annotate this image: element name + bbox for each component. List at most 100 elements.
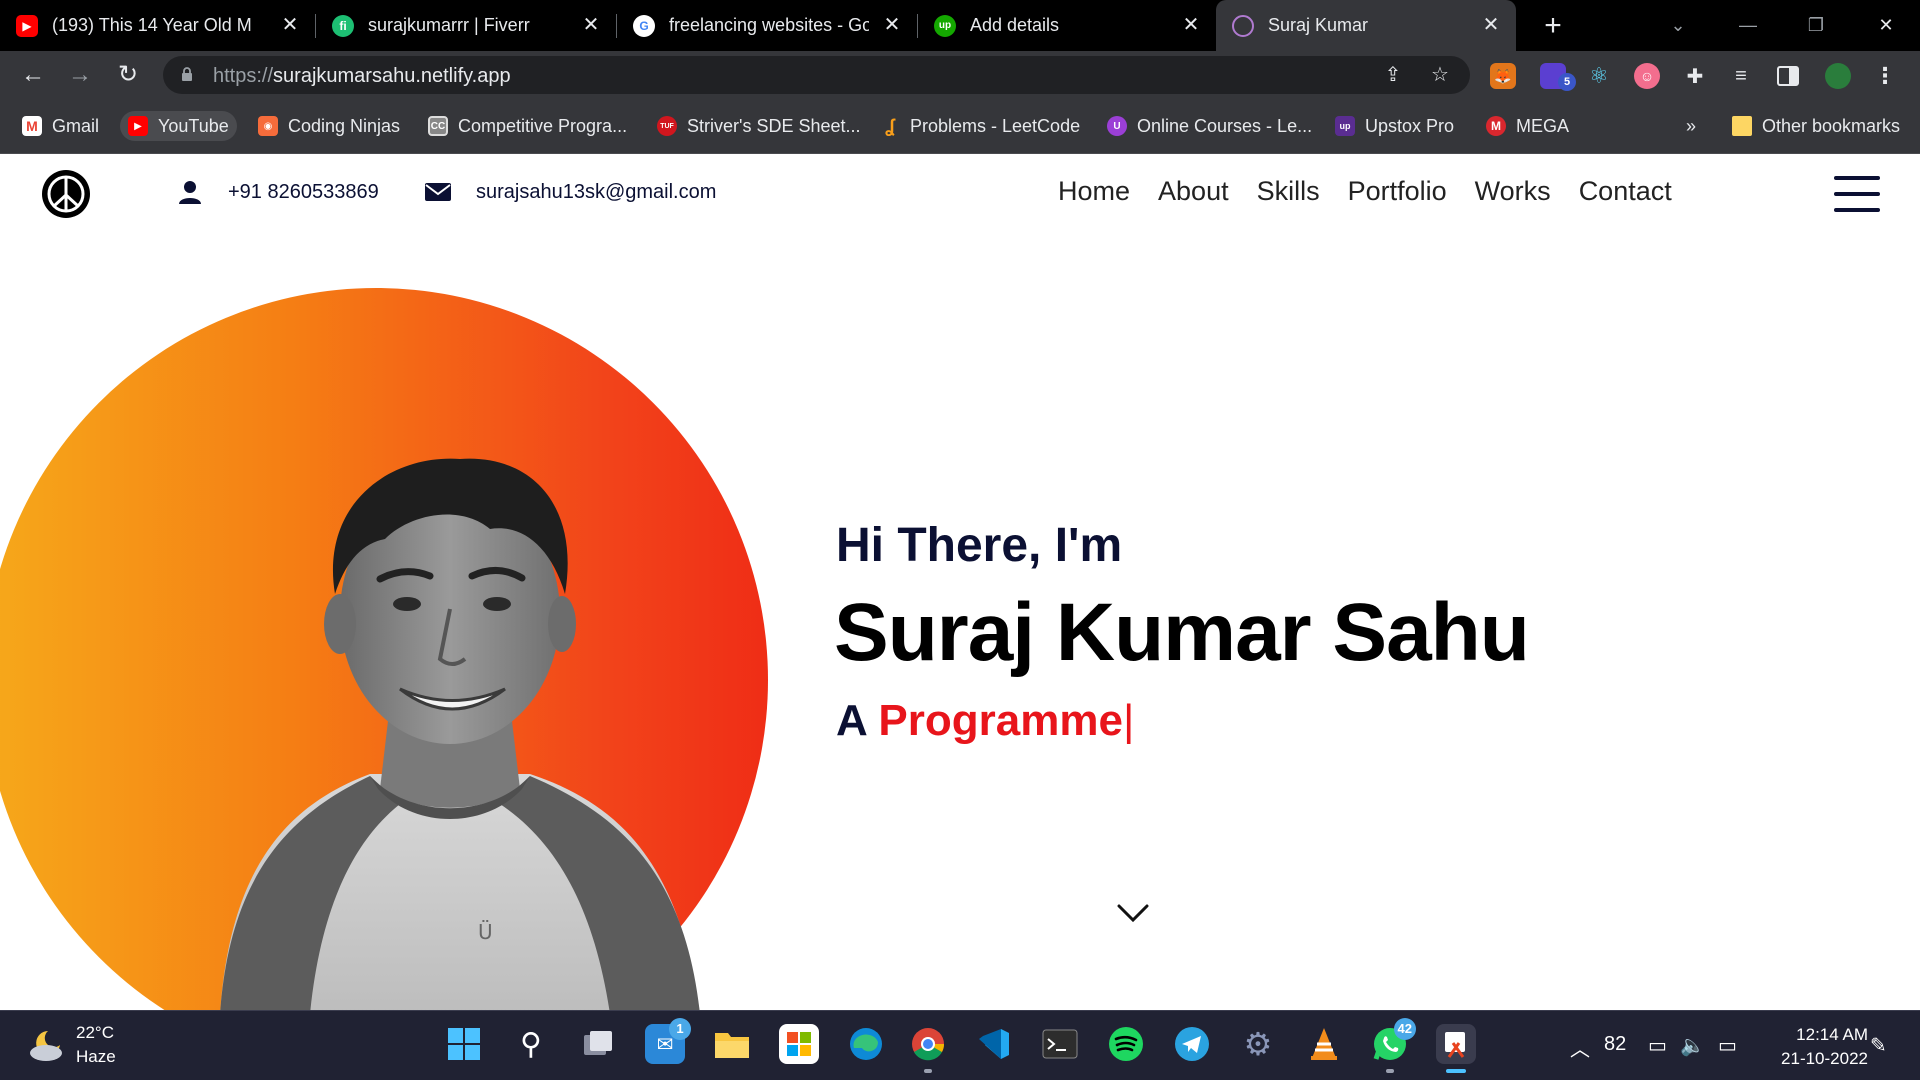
- close-icon[interactable]: ✕: [881, 14, 903, 36]
- tab-title: (193) This 14 Year Old Ma: [52, 15, 252, 35]
- tab-title: Suraj Kumar: [1268, 15, 1369, 35]
- bookmarks-overflow-button[interactable]: »: [1686, 111, 1696, 141]
- close-icon[interactable]: ✕: [1180, 14, 1202, 36]
- file-explorer-icon[interactable]: [712, 1024, 752, 1064]
- network-icon[interactable]: ▭: [1648, 1033, 1667, 1058]
- role-typed-text: Programme: [878, 696, 1123, 745]
- system-clock[interactable]: 12:14 AM 21-10-2022: [1748, 1023, 1868, 1071]
- svg-text:Ü: Ü: [478, 920, 493, 944]
- site-icon: [1232, 14, 1254, 37]
- settings-gear-icon[interactable]: ⚙: [1238, 1024, 1278, 1064]
- windows-start-icon[interactable]: [444, 1024, 484, 1064]
- search-icon[interactable]: ⚲: [511, 1024, 551, 1064]
- tab-search-icon[interactable]: ⌄: [1658, 10, 1698, 40]
- gmail-icon: M: [22, 116, 42, 136]
- tab-title: freelancing websites - Go: [669, 15, 869, 35]
- extensions-puzzle-icon[interactable]: ✚: [1682, 63, 1708, 89]
- hamburger-menu-icon[interactable]: [1834, 176, 1880, 212]
- window-close-icon[interactable]: ✕: [1866, 10, 1906, 40]
- bookmark-online-courses[interactable]: U Online Courses - Le...: [1107, 111, 1312, 141]
- tab-suraj-kumar[interactable]: Suraj Kumar ✕: [1216, 0, 1516, 51]
- volume-icon[interactable]: 🔈: [1680, 1033, 1705, 1058]
- nav-home[interactable]: Home: [1058, 176, 1130, 207]
- profile-photo: Ü: [220, 458, 700, 1010]
- tab-title: Add details: [970, 15, 1060, 35]
- tab-google[interactable]: G freelancing websites - Go ✕: [617, 0, 918, 51]
- tab-fiverr[interactable]: fi surajkumarrr | Fiverr ✕: [316, 0, 617, 51]
- bookmark-youtube[interactable]: ▶ YouTube: [120, 111, 237, 141]
- bookmark-coding-ninjas[interactable]: ◉ Coding Ninjas: [258, 111, 400, 141]
- notifications-icon[interactable]: ✎: [1870, 1033, 1887, 1058]
- nav-about[interactable]: About: [1158, 176, 1229, 207]
- nav-portfolio[interactable]: Portfolio: [1348, 176, 1447, 207]
- telegram-icon[interactable]: [1172, 1024, 1212, 1064]
- battery-icon[interactable]: ▭: [1718, 1033, 1737, 1058]
- spotify-icon[interactable]: [1106, 1024, 1146, 1064]
- battery-percent: 82: [1604, 1033, 1627, 1055]
- hero-name: Suraj Kumar Sahu: [834, 587, 1530, 678]
- task-view-icon[interactable]: [578, 1024, 618, 1064]
- side-panel-icon[interactable]: [1775, 63, 1801, 89]
- tray-overflow-chevron-icon[interactable]: ︿: [1570, 1033, 1590, 1062]
- windows-taskbar: 22°C Haze ⚲ ✉ 1 ⚙ 42 ︿ 82 ▭ 🔈 ▭ 12:14 AM…: [0, 1010, 1920, 1080]
- bookmark-upstox[interactable]: up Upstox Pro: [1335, 111, 1454, 141]
- close-icon[interactable]: ✕: [1480, 14, 1502, 36]
- emoji-extension-icon[interactable]: ☺: [1634, 63, 1660, 89]
- vscode-icon[interactable]: [974, 1024, 1014, 1064]
- share-icon[interactable]: ⇪: [1381, 63, 1405, 87]
- metamask-icon[interactable]: 🦊: [1490, 63, 1516, 89]
- upstox-icon: up: [1335, 116, 1355, 136]
- extension-purple-icon[interactable]: 5: [1540, 63, 1576, 91]
- chrome-icon[interactable]: [908, 1024, 948, 1073]
- lock-icon: [182, 67, 192, 81]
- extension-badge: 5: [1558, 73, 1576, 91]
- microsoft-store-icon[interactable]: [779, 1024, 819, 1064]
- bookmark-striver-sde[interactable]: TUF Striver's SDE Sheet...: [657, 111, 861, 141]
- web-page: +91 8260533869 surajsahu13sk@gmail.com H…: [0, 154, 1920, 1010]
- tab-upwork[interactable]: up Add details ✕: [918, 0, 1216, 51]
- react-devtools-icon[interactable]: ⚛: [1586, 63, 1612, 89]
- edge-browser-icon[interactable]: [846, 1024, 886, 1064]
- close-icon[interactable]: ✕: [580, 14, 602, 36]
- tab-title: surajkumarrr | Fiverr: [368, 15, 530, 35]
- reading-list-icon[interactable]: ≡: [1728, 63, 1754, 89]
- back-button[interactable]: ←: [17, 59, 49, 91]
- nav-works[interactable]: Works: [1475, 176, 1551, 207]
- menu-kebab-icon[interactable]: ⋮: [1872, 63, 1898, 89]
- nav-skills[interactable]: Skills: [1257, 176, 1320, 207]
- vlc-icon[interactable]: [1304, 1024, 1344, 1064]
- profile-avatar[interactable]: [1825, 63, 1851, 89]
- email-address: surajsahu13sk@gmail.com: [476, 180, 717, 203]
- bookmark-competitive-programming[interactable]: CC Competitive Progra...: [428, 111, 627, 141]
- bookmark-star-icon[interactable]: ☆: [1428, 63, 1452, 87]
- other-bookmarks[interactable]: Other bookmarks: [1732, 111, 1900, 141]
- role-prefix: A: [836, 696, 867, 745]
- close-icon[interactable]: ✕: [279, 14, 301, 36]
- google-icon: G: [633, 14, 655, 37]
- peace-logo-icon[interactable]: [40, 168, 92, 220]
- new-tab-button[interactable]: +: [1535, 8, 1571, 44]
- phone-contact[interactable]: +91 8260533869: [176, 178, 379, 206]
- snipping-tool-icon[interactable]: [1436, 1024, 1476, 1073]
- restore-icon[interactable]: ❐: [1796, 10, 1836, 40]
- bookmark-leetcode[interactable]: ʆ Problems - LeetCode: [880, 111, 1080, 141]
- weather-moon-cloud-icon: [30, 1031, 62, 1061]
- bookmark-gmail[interactable]: M Gmail: [22, 111, 99, 141]
- minimize-icon[interactable]: —: [1728, 10, 1768, 40]
- mail-badge: 1: [669, 1018, 691, 1040]
- coding-ninjas-icon: ◉: [258, 116, 278, 136]
- terminal-icon[interactable]: [1040, 1024, 1080, 1064]
- mail-app-icon[interactable]: ✉ 1: [645, 1018, 691, 1064]
- tuf-icon: TUF: [657, 116, 677, 136]
- email-contact[interactable]: surajsahu13sk@gmail.com: [424, 178, 716, 206]
- address-bar[interactable]: https://surajkumarsahu.netlify.app ⇪ ☆: [163, 56, 1470, 94]
- whatsapp-icon[interactable]: 42: [1370, 1018, 1416, 1073]
- scroll-down-chevron-icon[interactable]: [1116, 902, 1150, 924]
- nav-contact[interactable]: Contact: [1579, 176, 1672, 207]
- tab-youtube[interactable]: ▶ (193) This 14 Year Old Ma ✕: [0, 0, 316, 51]
- forward-button[interactable]: →: [64, 59, 96, 91]
- reload-button[interactable]: ↻: [112, 59, 144, 91]
- weather-widget[interactable]: 22°C Haze: [28, 1021, 116, 1069]
- fiverr-icon: fi: [332, 14, 354, 37]
- bookmark-mega[interactable]: M MEGA: [1486, 111, 1569, 141]
